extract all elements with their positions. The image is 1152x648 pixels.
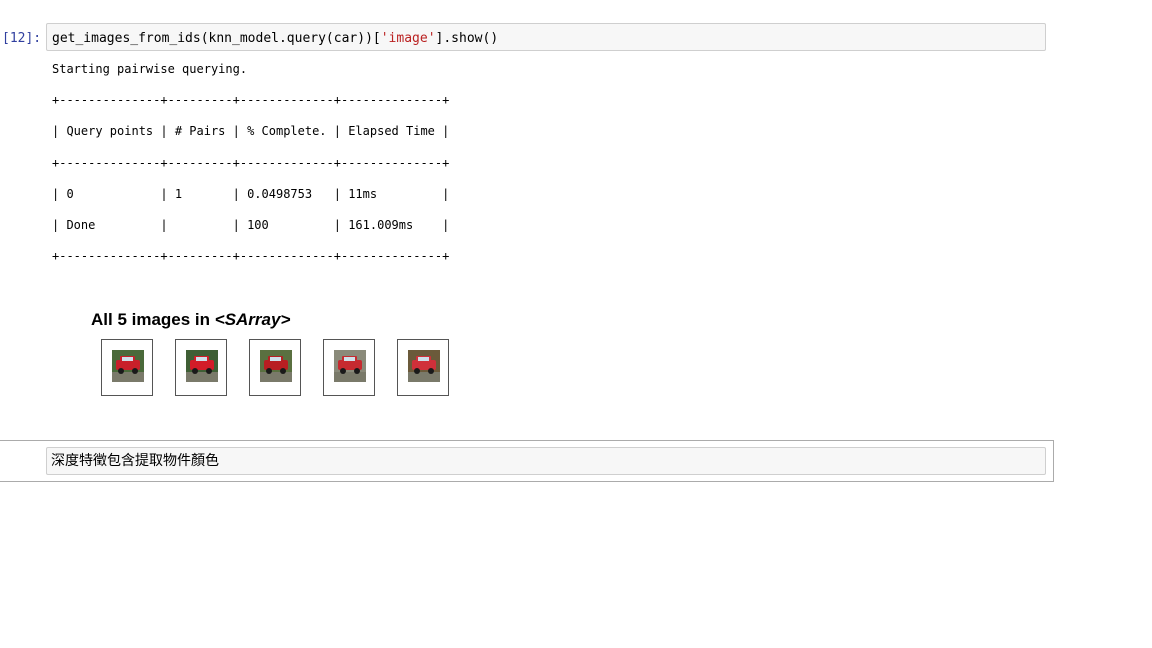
car-image [186, 350, 218, 382]
car-image [408, 350, 440, 382]
code-input[interactable]: get_images_from_ids(knn_model.query(car)… [46, 23, 1046, 51]
code-string-literal: 'image' [380, 31, 436, 46]
markdown-input[interactable]: 深度特徵包含提取物件顏色 [46, 447, 1046, 475]
code-prefix: get_images_from_ids(knn_model.query(car)… [52, 31, 381, 46]
car-image [334, 350, 366, 382]
table-row: | 0 | 1 | 0.0498753 | 11ms | [52, 187, 450, 201]
markdown-text: 深度特徵包含提取物件顏色 [51, 453, 219, 469]
sarray-title-type: <SArray> [214, 310, 291, 329]
sarray-title: All 5 images in <SArray> [91, 309, 290, 331]
car-image [112, 350, 144, 382]
sarray-title-prefix: All 5 images in [91, 310, 215, 329]
output-status: Starting pairwise querying. [52, 62, 248, 76]
code-line: get_images_from_ids(knn_model.query(car)… [52, 31, 498, 47]
table-header: | Query points | # Pairs | % Complete. |… [52, 124, 450, 138]
table-border-bottom: +--------------+---------+-------------+… [52, 249, 450, 263]
table-row: | Done | | 100 | 161.009ms | [52, 218, 450, 232]
table-border-mid: +--------------+---------+-------------+… [52, 156, 450, 170]
car-image [260, 350, 292, 382]
table-border-top: +--------------+---------+-------------+… [52, 93, 450, 107]
image-thumbnail[interactable] [175, 339, 227, 396]
code-suffix: ].show() [435, 31, 499, 46]
image-thumbnail[interactable] [397, 339, 449, 396]
image-thumbnail[interactable] [101, 339, 153, 396]
cell-prompt: [12]: [2, 31, 42, 46]
markdown-cell[interactable]: 深度特徵包含提取物件顏色 [0, 440, 1054, 482]
image-thumbnail[interactable] [323, 339, 375, 396]
image-thumbnail[interactable] [249, 339, 301, 396]
